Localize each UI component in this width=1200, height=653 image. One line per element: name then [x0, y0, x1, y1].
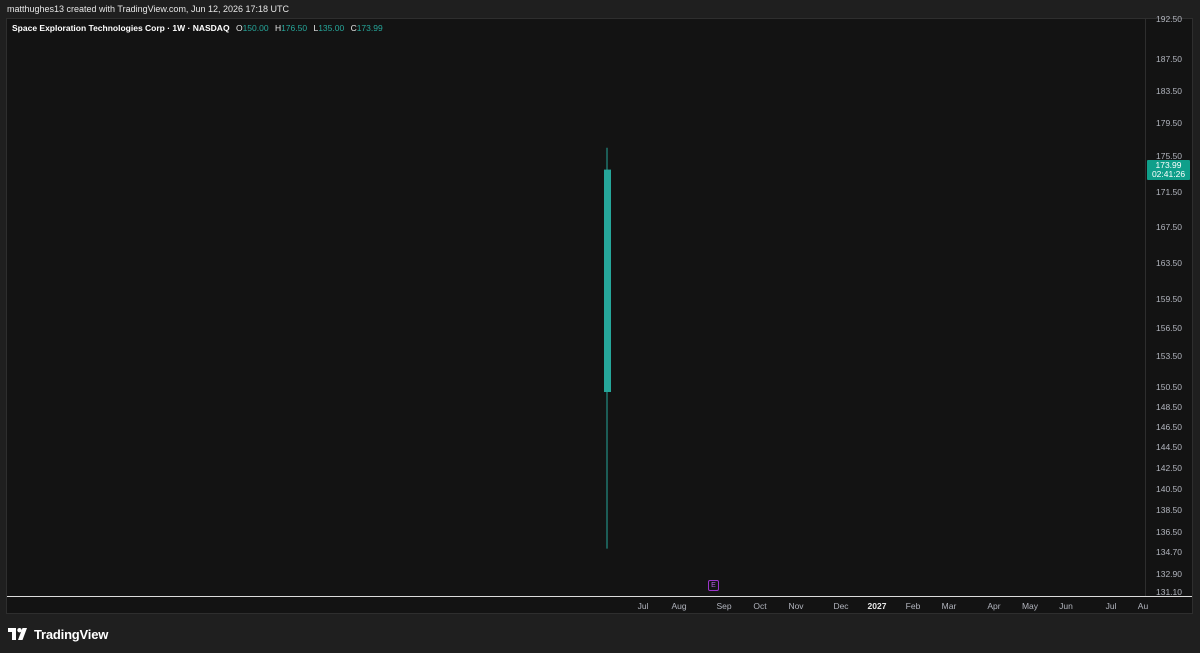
time-tick-label: Au	[1137, 601, 1149, 611]
candle-body	[604, 169, 611, 392]
earnings-event-marker[interactable]: E	[708, 580, 719, 591]
price-tick-label: 171.50	[1156, 187, 1182, 197]
time-tick-label: Dec	[833, 601, 849, 611]
author-credit: matthughes13 created with TradingView.co…	[7, 4, 290, 14]
price-tick-label: 148.50	[1156, 402, 1182, 412]
price-tick-label: 132.90	[1156, 569, 1182, 579]
tradingview-branding[interactable]: TradingView	[8, 625, 108, 643]
last-price-badge: 173.99 02:41:26	[1147, 159, 1190, 180]
price-tick-label: 153.50	[1156, 351, 1182, 361]
time-tick-label: Mar	[941, 601, 957, 611]
time-scale[interactable]: Jul Aug Sep Oct Nov Dec 2027 Feb Mar Apr May Jun Jul…	[7, 597, 1149, 614]
price-tick-label: 159.50	[1156, 294, 1182, 304]
price-tick-label: 142.50	[1156, 463, 1182, 473]
time-tick-label: Apr	[987, 601, 1001, 611]
price-tick-label: 136.50	[1156, 527, 1182, 537]
time-tick-label: 2027	[867, 601, 887, 611]
brand-wordmark: TradingView	[34, 626, 109, 642]
main-chart-pane[interactable]: Space Exploration Technologies Corp · 1W…	[7, 19, 1145, 596]
price-tick-label: 183.50	[1156, 86, 1182, 96]
price-tick-label: 146.50	[1156, 422, 1182, 432]
time-tick-label: Jul	[637, 601, 649, 611]
time-tick-label: Jun	[1059, 601, 1073, 611]
time-tick-label: Nov	[788, 601, 804, 611]
price-tick-label: 167.50	[1156, 222, 1182, 232]
price-tick-label: 163.50	[1156, 258, 1182, 268]
price-tick-label: 156.50	[1156, 323, 1182, 333]
tradingview-logo-icon	[8, 628, 27, 640]
price-tick-label: 138.50	[1156, 505, 1182, 515]
time-tick-label: Jul	[1105, 601, 1117, 611]
price-tick-label: 179.50	[1156, 118, 1182, 128]
candlestick-series	[604, 147, 611, 549]
chart-frame: Space Exploration Technologies Corp · 1W…	[6, 14, 1193, 614]
price-tick-label: 131.10	[1156, 587, 1182, 597]
bar-countdown: 02:41:26	[1151, 168, 1186, 179]
price-tick-label: 187.50	[1156, 54, 1182, 64]
time-tick-label: Feb	[905, 601, 921, 611]
watermark-header: matthughes13 created with TradingView.co…	[0, 0, 1200, 18]
time-tick-label: May	[1021, 601, 1039, 611]
time-tick-label: Sep	[716, 601, 732, 611]
time-tick-label: Aug	[671, 601, 687, 611]
price-scale[interactable]: 192.50 187.50 183.50 179.50 175.50 171.50 167.…	[1146, 14, 1192, 597]
price-tick-label: 144.50	[1156, 442, 1182, 452]
price-tick-label: 192.50	[1156, 14, 1182, 24]
price-tick-label: 134.70	[1156, 547, 1182, 557]
price-tick-label: 140.50	[1156, 484, 1182, 494]
price-tick-label: 150.50	[1156, 382, 1182, 392]
time-tick-label: Oct	[753, 601, 767, 611]
